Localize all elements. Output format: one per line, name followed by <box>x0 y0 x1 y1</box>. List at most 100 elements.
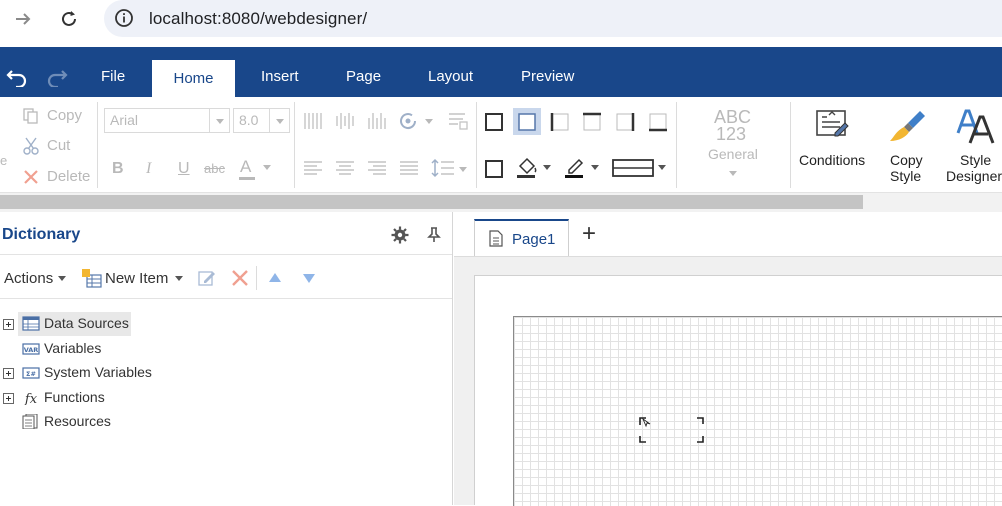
svg-text:fx: fx <box>24 392 38 405</box>
align-center-icon[interactable] <box>335 160 355 176</box>
font-size-select[interactable]: 8.0 <box>233 108 290 133</box>
dictionary-title: Dictionary <box>2 226 81 243</box>
font-family-dropdown[interactable] <box>209 109 229 132</box>
ribbon-scrollbar[interactable] <box>0 193 1002 212</box>
tab-layout[interactable]: Layout <box>428 68 473 85</box>
pin-icon[interactable] <box>427 227 441 243</box>
new-item-button[interactable]: New Item <box>80 255 186 299</box>
cursor-crosshair-icon <box>639 417 704 443</box>
tree-item-system-variables[interactable]: Σ# System Variables <box>0 361 250 383</box>
tab-home-label: Home <box>173 70 214 87</box>
border-color-button[interactable] <box>564 156 602 180</box>
new-item-icon <box>82 269 102 288</box>
bold-button[interactable]: B <box>112 160 124 178</box>
page-icon <box>489 230 503 247</box>
italic-button[interactable]: I <box>146 160 151 178</box>
report-page-canvas[interactable] <box>474 275 1002 506</box>
align-left-icon[interactable] <box>303 160 323 176</box>
reload-icon <box>62 11 76 26</box>
redo-button[interactable] <box>46 67 68 92</box>
style-designer-button[interactable]: Style Designer <box>944 103 1002 189</box>
border-outline-icon[interactable] <box>484 159 504 179</box>
address-bar[interactable]: localhost:8080/webdesigner/ <box>104 0 1002 37</box>
border-all-icon[interactable] <box>484 112 504 132</box>
font-family-select[interactable]: Arial <box>104 108 230 133</box>
tab-preview[interactable]: Preview <box>521 68 574 85</box>
reload-button[interactable] <box>56 6 82 32</box>
actions-menu-button[interactable]: Actions <box>0 255 70 299</box>
page1-label: Page1 <box>512 231 556 248</box>
chevron-down-icon <box>216 119 224 124</box>
pencil-icon <box>565 158 584 178</box>
ribbon-separator <box>790 102 791 188</box>
tree-item-variables[interactable]: VAR Variables <box>0 337 250 359</box>
gear-icon[interactable] <box>391 226 409 244</box>
delete-x-icon[interactable] <box>230 268 250 288</box>
data-source-icon <box>22 316 40 331</box>
info-icon[interactable] <box>114 8 134 28</box>
paint-bucket-icon <box>517 157 537 178</box>
font-size-value: 8.0 <box>239 112 259 128</box>
browser-toolbar: localhost:8080/webdesigner/ <box>0 0 1002 47</box>
copy-button[interactable]: Copy <box>22 105 92 127</box>
border-top-icon[interactable] <box>582 112 602 132</box>
underline-button[interactable]: U <box>178 160 190 178</box>
font-size-dropdown[interactable] <box>269 109 289 132</box>
line-spacing-icon <box>431 158 454 178</box>
border-style-icon <box>612 159 654 177</box>
border-style-button[interactable] <box>612 156 668 180</box>
strikethrough-button[interactable]: abc <box>204 161 225 176</box>
align-top-icon[interactable] <box>303 112 323 130</box>
align-middle-icon[interactable] <box>335 112 355 130</box>
tab-insert[interactable]: Insert <box>261 68 299 85</box>
move-down-icon[interactable] <box>301 271 317 285</box>
justify-icon[interactable] <box>399 160 419 176</box>
border-left-icon[interactable] <box>550 112 570 132</box>
ribbon-tab-bar: File Home Insert Page Layout Preview <box>0 47 1002 97</box>
expand-icon[interactable] <box>3 368 14 379</box>
line-spacing-button[interactable] <box>431 157 469 179</box>
fill-color-button[interactable] <box>516 156 554 180</box>
border-bottom-icon[interactable] <box>648 112 668 132</box>
ribbon-home-panel: e Copy Cut Delete Arial 8.0 B I U abc A <box>0 97 1002 193</box>
rotate-text-button[interactable] <box>398 110 434 132</box>
font-color-button[interactable]: A <box>238 155 274 181</box>
format-general-button[interactable]: ABC 123 General <box>690 102 778 188</box>
undo-button[interactable] <box>6 67 28 92</box>
tree-item-label: Functions <box>44 389 105 405</box>
report-page-grid[interactable] <box>513 316 1002 506</box>
forward-button[interactable] <box>10 6 36 32</box>
tab-file[interactable]: File <box>101 68 125 85</box>
toolbar-separator <box>256 266 257 290</box>
delete-x-icon <box>24 170 38 184</box>
expand-icon[interactable] <box>3 393 14 404</box>
align-right-icon[interactable] <box>367 160 387 176</box>
paste-label-fragment: e <box>0 153 8 168</box>
delete-button[interactable]: Delete <box>22 165 94 187</box>
report-designer: Page1 + <box>454 212 1002 506</box>
ribbon-separator <box>294 102 295 188</box>
tab-page[interactable]: Page <box>346 68 381 85</box>
expand-icon[interactable] <box>3 319 14 330</box>
tab-page1[interactable]: Page1 <box>474 219 569 256</box>
cut-button[interactable]: Cut <box>22 135 92 157</box>
tree-item-resources[interactable]: Resources <box>0 410 250 432</box>
border-right-icon[interactable] <box>615 112 635 132</box>
ribbon-scrollbar-thumb[interactable] <box>0 195 863 209</box>
conditions-button[interactable]: Conditions <box>796 103 870 189</box>
chevron-down-icon <box>543 165 551 170</box>
tree-item-functions[interactable]: fx Functions <box>0 386 250 408</box>
url-text[interactable]: localhost:8080/webdesigner/ <box>149 9 367 29</box>
border-none-button[interactable] <box>513 108 541 135</box>
conditions-icon <box>816 110 849 137</box>
word-wrap-icon[interactable] <box>447 111 469 131</box>
move-up-icon[interactable] <box>267 271 283 285</box>
tree-item-data-sources[interactable]: Data Sources <box>0 312 250 336</box>
copy-style-button[interactable]: Copy Style <box>878 103 936 189</box>
page-tabs-bar: Page1 + <box>454 212 1002 257</box>
add-page-button[interactable]: + <box>582 222 596 246</box>
tab-home[interactable]: Home <box>152 60 235 97</box>
edit-icon[interactable] <box>197 268 217 288</box>
copy-style-label-line1: Copy <box>890 152 923 168</box>
align-bottom-icon[interactable] <box>367 112 387 130</box>
